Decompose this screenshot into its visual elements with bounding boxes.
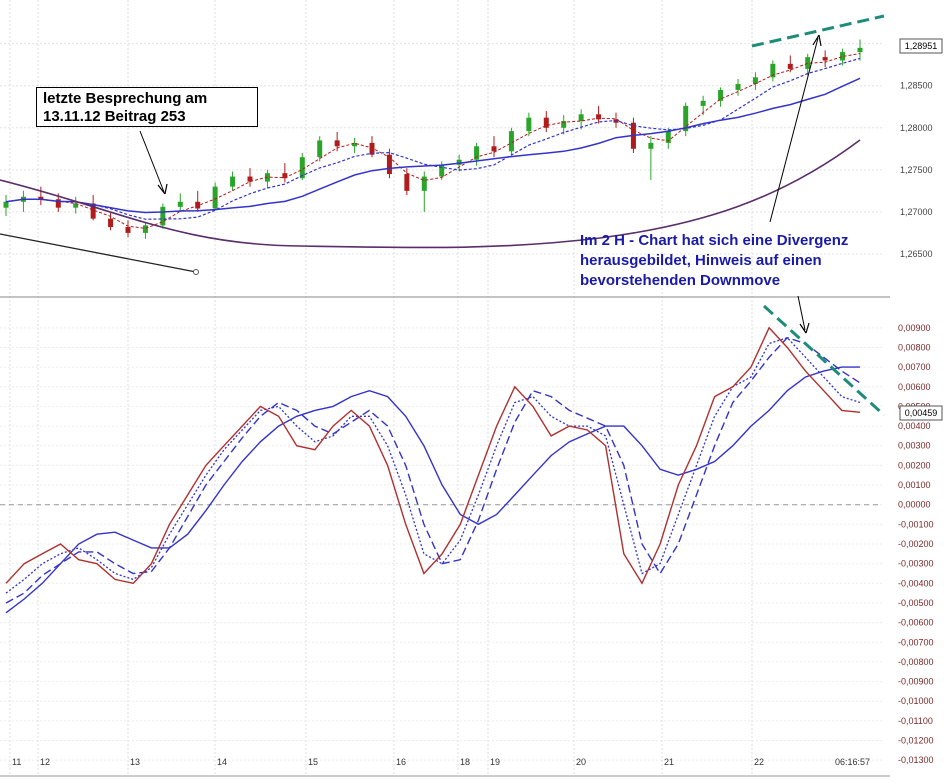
x-tick-label: 18: [460, 757, 470, 767]
osc-tick-label: 0,00900: [898, 323, 931, 333]
annotation-1-line-2: 13.11.12 Beitrag 253: [43, 108, 186, 125]
osc-tick-label: 0,00600: [898, 382, 931, 392]
price-tick-label: 1,26500: [900, 249, 933, 259]
osc-tick-label: 0,00800: [898, 342, 931, 352]
time-label: 06:16:57: [835, 757, 870, 767]
annotation-2-line-1: Im 2 H - Chart hat sich eine Divergenz: [580, 232, 849, 249]
last-osc-label: 0,00459: [905, 408, 938, 418]
chart-container: 1,280001,275001,270001,265001,285001,290…: [0, 0, 944, 778]
price-tick-label: 1,27000: [900, 207, 933, 217]
price-tick-label: 1,27500: [900, 165, 933, 175]
x-tick-label: 12: [40, 757, 50, 767]
x-tick-label: 15: [308, 757, 318, 767]
osc-tick-label: 0,00200: [898, 460, 931, 470]
osc-tick-label: -0,01100: [898, 716, 933, 726]
candle-body: [526, 117, 532, 132]
osc-tick-label: -0,00900: [898, 677, 934, 687]
candle-body: [230, 176, 236, 187]
candle-body: [752, 77, 758, 85]
annotation-2-line-3: bevorstehenden Downmove: [580, 272, 781, 289]
x-tick-label: 16: [396, 757, 406, 767]
annotation-1-line-1: letzte Besprechung am: [43, 90, 208, 107]
candle-body: [805, 57, 811, 69]
candle-body: [334, 140, 340, 147]
candle-body: [404, 174, 410, 191]
x-tick-label: 11: [12, 757, 21, 767]
candle-body: [735, 84, 741, 90]
osc-tick-label: -0,00800: [898, 657, 934, 667]
candle-body: [578, 114, 584, 122]
candle-body: [212, 186, 218, 209]
x-tick-label: 20: [576, 757, 586, 767]
candle-body: [108, 218, 114, 228]
x-tick-label: 19: [490, 757, 500, 767]
annotation-box-2: Im 2 H - Chart hat sich eine Divergenz h…: [580, 231, 890, 291]
osc-tick-label: 0,00000: [898, 500, 931, 510]
annotation-2-line-2: herausgebildet, Hinweis auf einen: [580, 252, 822, 269]
candle-body: [3, 201, 9, 208]
x-tick-label: 13: [130, 757, 140, 767]
candle-body: [491, 146, 497, 152]
osc-tick-label: -0,00500: [898, 598, 934, 608]
price-tick-label: 1,28500: [900, 81, 933, 91]
osc-tick-label: -0,01000: [898, 696, 934, 706]
candle-body: [648, 142, 654, 149]
price-tick-label: 1,28000: [900, 123, 933, 133]
candle-body: [857, 47, 863, 53]
candle-body: [787, 63, 793, 69]
candle-body: [421, 176, 427, 191]
osc-tick-label: -0,00700: [898, 637, 934, 647]
candle-body: [718, 89, 724, 101]
x-tick-label: 22: [754, 757, 764, 767]
osc-tick-label: 0,00300: [898, 441, 931, 451]
candle-body: [508, 131, 514, 152]
osc-tick-label: 0,00100: [898, 480, 931, 490]
trendline-endpoint: [193, 269, 199, 275]
last-price-label: 1,28951: [905, 41, 938, 51]
candle-body: [142, 225, 148, 233]
x-tick-label: 14: [217, 757, 227, 767]
osc-tick-label: -0,00100: [898, 519, 934, 529]
osc-tick-label: 0,00400: [898, 421, 931, 431]
osc-tick-label: -0,00400: [898, 578, 934, 588]
osc-tick-label: -0,01300: [898, 755, 934, 765]
candle-body: [700, 100, 706, 106]
osc-tick-label: -0,00200: [898, 539, 934, 549]
osc-tick-label: -0,00300: [898, 559, 934, 569]
annotation-box-1: letzte Besprechung am 13.11.12 Beitrag 2…: [36, 87, 258, 127]
candle-body: [177, 201, 183, 207]
osc-tick-label: -0,00600: [898, 618, 934, 628]
x-tick-label: 21: [664, 757, 674, 767]
osc-tick-label: -0,01200: [898, 736, 934, 746]
candle-body: [317, 140, 323, 158]
osc-tick-label: 0,00700: [898, 362, 931, 372]
candle-body: [195, 201, 201, 209]
candle-body: [822, 57, 828, 61]
candle-body: [125, 227, 131, 233]
